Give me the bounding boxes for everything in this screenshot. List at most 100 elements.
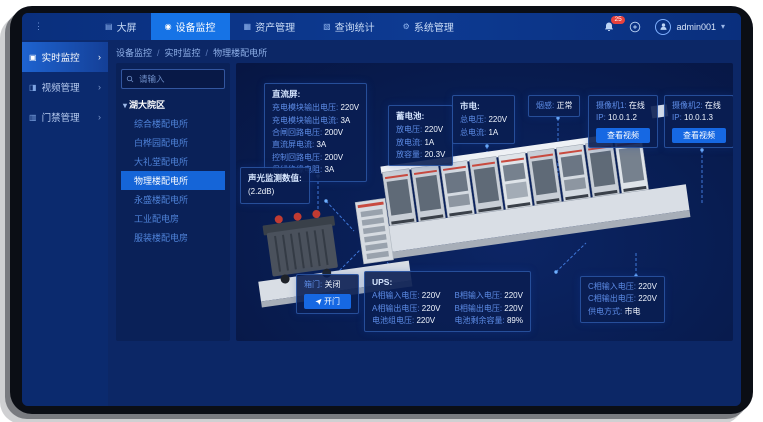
- field-label: IP: [596, 113, 608, 122]
- sidebar-item-access-mgmt[interactable]: ▥ 门禁管理 ›: [22, 102, 108, 132]
- breadcrumb-item[interactable]: 实时监控: [165, 46, 201, 59]
- tree-item[interactable]: 服装楼配电房: [121, 228, 225, 247]
- fullscreen-icon[interactable]: [629, 21, 641, 33]
- field-value: 220V: [340, 103, 359, 112]
- view-video-button[interactable]: 查看视频: [672, 128, 726, 143]
- tree-item[interactable]: 永盛楼配电所: [121, 190, 225, 209]
- sidebar-item-video-mgmt[interactable]: ◨ 视频管理 ›: [22, 72, 108, 102]
- tree-item[interactable]: 大礼堂配电所: [121, 152, 225, 171]
- camera-ip: 10.0.1.3: [684, 113, 713, 122]
- chevron-down-icon: ▾: [721, 22, 725, 31]
- phase-c-panel: C相输入电压220V C相输出电压220V 供电方式市电: [580, 276, 665, 323]
- field-label: 放电压: [396, 125, 424, 134]
- field-value: 1A: [488, 128, 498, 137]
- open-door-button[interactable]: 开门: [304, 294, 351, 309]
- field-value: 220V: [422, 291, 441, 300]
- field-label: 供电方式: [588, 307, 624, 316]
- nav-tab-label: 系统管理: [414, 19, 454, 34]
- smoke-status: 正常: [556, 101, 572, 110]
- field-label: A相输出电压: [372, 304, 422, 313]
- breadcrumb-item[interactable]: 设备监控: [116, 46, 152, 59]
- camera-status: 在线: [629, 101, 645, 110]
- door-access-icon: ▥: [29, 113, 37, 122]
- tree-root-node[interactable]: ▾湖大院区: [123, 98, 223, 111]
- notification-bell-icon[interactable]: 25: [603, 21, 615, 33]
- field-value: 20.3V: [424, 150, 445, 159]
- sidebar-item-label: 实时监控: [42, 50, 80, 64]
- page: ⋮ ▤ 大屏 ◉ 设备监控 ▦ 资产管理 ▧ 查询统计: [0, 0, 763, 422]
- field-label: IP: [672, 113, 684, 122]
- field-value: 89%: [507, 316, 523, 325]
- field-label: B相输出电压: [454, 304, 504, 313]
- room-3d-canvas[interactable]: 直流屏 充电模块输出电压220V 充电模块输出电流3A 合闸回路电压200V 直…: [236, 63, 733, 341]
- nav-collapse-icon[interactable]: ⋮: [22, 13, 51, 40]
- content-area: 设备监控 / 实时监控 / 物理楼配电所 ▾湖大院区: [108, 40, 741, 406]
- realtime-monitor-icon: ▣: [29, 53, 37, 62]
- dashboard-icon: ▤: [105, 22, 113, 31]
- tree-item[interactable]: 白桦园配电所: [121, 133, 225, 152]
- field-value: 220V: [638, 282, 657, 291]
- tree-item[interactable]: 工业配电房: [121, 209, 225, 228]
- field-value: 220V: [488, 115, 507, 124]
- stats-icon: ▧: [323, 22, 331, 31]
- field-label: 烟感: [536, 101, 556, 110]
- nav-tab-asset-mgmt[interactable]: ▦ 资产管理: [230, 13, 310, 40]
- search-icon: [126, 75, 134, 83]
- nav-tab-dashboard[interactable]: ▤ 大屏: [91, 13, 151, 40]
- tree-search[interactable]: [121, 69, 225, 89]
- field-label: 电池组电压: [372, 316, 416, 325]
- chevron-right-icon: ›: [98, 52, 101, 62]
- door-status: 关闭: [324, 280, 340, 289]
- field-value: 3A: [316, 140, 326, 149]
- video-icon: ◨: [29, 83, 37, 92]
- panel-title: 蓄电池: [396, 110, 445, 123]
- sidebar-item-realtime-monitor[interactable]: ▣ 实时监控 ›: [22, 42, 108, 72]
- field-value: 200V: [324, 153, 343, 162]
- field-value: 3A: [340, 116, 350, 125]
- top-navbar: ⋮ ▤ 大屏 ◉ 设备监控 ▦ 资产管理 ▧ 查询统计: [22, 13, 741, 40]
- chevron-right-icon: ›: [98, 82, 101, 92]
- field-label: 充电模块输出电压: [272, 103, 340, 112]
- tree-item-selected[interactable]: 物理楼配电所: [121, 171, 225, 190]
- nav-tabs: ▤ 大屏 ◉ 设备监控 ▦ 资产管理 ▧ 查询统计 ⚙ 系统管理: [91, 13, 468, 40]
- breadcrumb-separator: /: [157, 48, 160, 58]
- view-video-button[interactable]: 查看视频: [596, 128, 650, 143]
- nav-tab-label: 资产管理: [255, 19, 295, 34]
- field-label: 充电模块输出电流: [272, 116, 340, 125]
- nav-tab-device-monitor[interactable]: ◉ 设备监控: [151, 13, 230, 40]
- field-label: 放电流: [396, 138, 424, 147]
- camera-status: 在线: [705, 101, 721, 110]
- field-label: 直流屏电流: [272, 140, 316, 149]
- notification-badge: 25: [611, 16, 624, 24]
- field-label: A相输入电压: [372, 291, 422, 300]
- door-panel: 箱门关闭 开门: [296, 274, 359, 314]
- sidebar-item-label: 门禁管理: [42, 110, 80, 124]
- sidebar: ▣ 实时监控 › ◨ 视频管理 › ▥ 门禁管理 ›: [22, 40, 108, 406]
- camera-label: 摄像机2: [672, 101, 705, 110]
- nav-tab-system-mgmt[interactable]: ⚙ 系统管理: [389, 13, 468, 40]
- field-label: 放容量: [396, 150, 424, 159]
- station-tree-panel: ▾湖大院区 综合楼配电所 白桦园配电所 大礼堂配电所 物理楼配电所 永盛楼配电所…: [116, 63, 230, 341]
- tree-search-input[interactable]: [137, 73, 220, 85]
- camera-label: 摄像机1: [596, 101, 629, 110]
- nav-tab-label: 查询统计: [335, 19, 375, 34]
- sidebar-item-label: 视频管理: [42, 80, 80, 94]
- noise-monitor-panel: 声光监测数值 (2.2dB): [240, 167, 310, 204]
- field-label: C相输出电压: [588, 294, 638, 303]
- breadcrumb: 设备监控 / 实时监控 / 物理楼配电所: [116, 45, 733, 60]
- avatar: [655, 19, 671, 35]
- monitor-icon: ◉: [165, 22, 172, 31]
- tree-item[interactable]: 综合楼配电所: [121, 114, 225, 133]
- field-label: 电池剩余容量: [454, 316, 506, 325]
- tree-caret-icon: ▾: [123, 101, 127, 110]
- breadcrumb-separator: /: [206, 48, 209, 58]
- panel-title: 直流屏: [272, 88, 359, 101]
- app-window: ⋮ ▤ 大屏 ◉ 设备监控 ▦ 资产管理 ▧ 查询统计: [22, 13, 741, 406]
- user-menu[interactable]: admin001 ▾: [655, 19, 725, 35]
- battery-panel: 蓄电池 放电压220V 放电流1A 放容量20.3V: [388, 105, 453, 166]
- nav-tab-query-stats[interactable]: ▧ 查询统计: [309, 13, 389, 40]
- nav-right-tools: 25 admin001 ▾: [603, 13, 741, 40]
- field-label: 总电压: [460, 115, 488, 124]
- panel-title: 声光监测数值: [248, 172, 302, 185]
- field-value: 220V: [424, 125, 443, 134]
